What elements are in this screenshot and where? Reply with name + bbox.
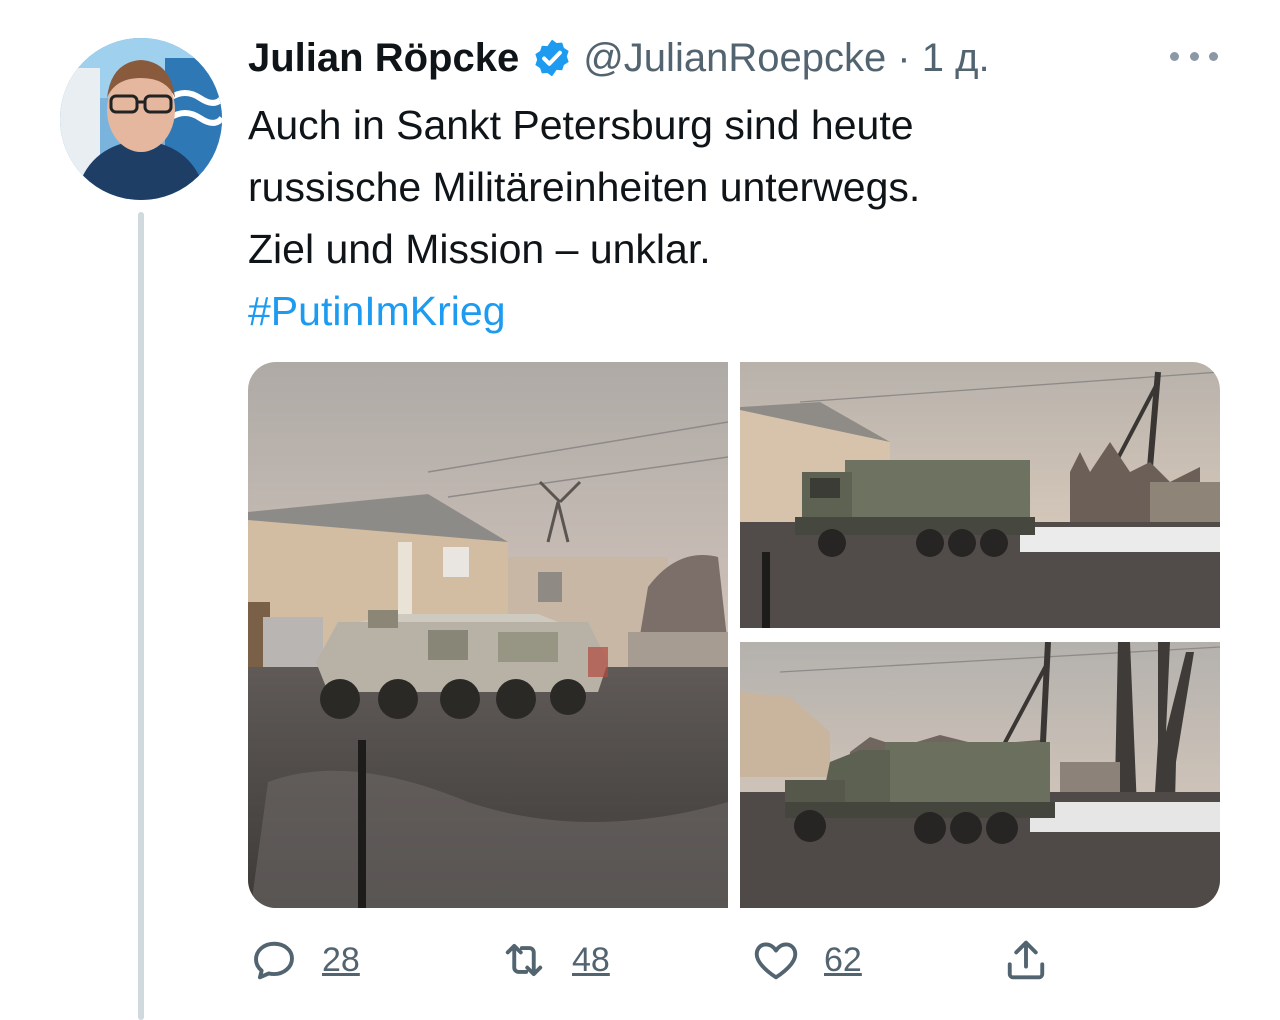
retweet-button[interactable]: 48 — [498, 930, 610, 990]
more-icon[interactable] — [1170, 36, 1218, 76]
avatar-photo — [60, 38, 222, 200]
heart-icon — [754, 942, 798, 980]
tweet-header: Julian Röpcke @JulianRoepcke · 1 д. — [248, 30, 990, 86]
media-grid — [248, 362, 1220, 908]
share-icon — [1007, 940, 1045, 980]
media-photo-apc[interactable] — [248, 362, 728, 908]
thread-line — [138, 212, 144, 1020]
tweet-text-line: russische Militäreinheiten unterwegs. — [248, 164, 921, 210]
retweet-count: 48 — [572, 940, 610, 979]
hashtag-link[interactable]: #PutinImKrieg — [248, 280, 1178, 342]
verified-badge-icon — [535, 39, 569, 77]
reply-icon — [254, 941, 294, 980]
author-name[interactable]: Julian Röpcke — [248, 36, 519, 81]
tweet-text-line: Ziel und Mission – unklar. — [248, 226, 711, 272]
tweet-text-line: Auch in Sankt Petersburg sind heute — [248, 102, 914, 148]
avatar[interactable] — [60, 38, 222, 200]
tweet-actions: 28 48 62 — [248, 930, 1068, 990]
like-count: 62 — [824, 940, 862, 979]
like-button[interactable]: 62 — [750, 930, 862, 990]
tweet-text: Auch in Sankt Petersburg sind heute russ… — [248, 94, 1178, 342]
retweet-icon — [505, 943, 543, 977]
handle-and-time[interactable]: @JulianRoepcke · 1 д. — [583, 36, 989, 81]
reply-button[interactable]: 28 — [248, 930, 360, 990]
media-photo-truck-2[interactable] — [740, 642, 1220, 908]
media-photo-truck-1[interactable] — [740, 362, 1220, 628]
share-button[interactable] — [1000, 930, 1052, 990]
reply-count: 28 — [322, 940, 360, 979]
